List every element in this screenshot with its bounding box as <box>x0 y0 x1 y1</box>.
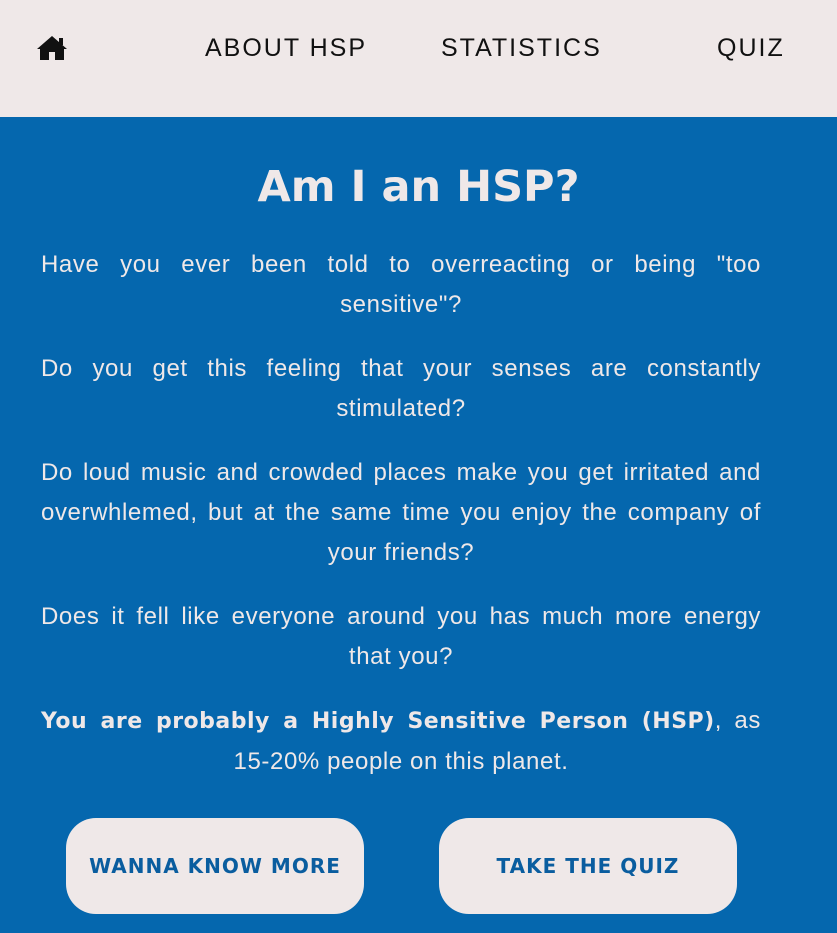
nav-link-about-hsp[interactable]: ABOUT HSP <box>205 33 367 63</box>
intro-copy: Have you ever been told to overreacting … <box>41 245 761 806</box>
intro-paragraph-1: Have you ever been told to overreacting … <box>41 251 761 318</box>
nav-link-statistics[interactable]: STATISTICS <box>441 33 602 63</box>
take-the-quiz-button[interactable]: TAKE THE QUIZ <box>439 818 737 914</box>
intro-paragraph-4: Does it fell like everyone around you ha… <box>41 603 761 670</box>
hero-section: Am I an HSP? Have you ever been told to … <box>0 117 837 933</box>
page-title: Am I an HSP? <box>257 162 580 212</box>
wanna-know-more-button[interactable]: WANNA KNOW MORE <box>66 818 364 914</box>
home-link[interactable] <box>36 34 68 62</box>
intro-paragraph-3: Do loud music and crowded places make yo… <box>41 459 761 566</box>
conclusion-highlight: You are probably a Highly Sensitive Pers… <box>41 709 715 734</box>
nav-link-quiz[interactable]: QUIZ <box>717 33 785 63</box>
top-navbar: ABOUT HSP STATISTICS QUIZ <box>0 0 837 117</box>
intro-paragraph-2: Do you get this feeling that your senses… <box>41 355 761 422</box>
home-icon <box>37 36 67 60</box>
conclusion-paragraph: You are probably a Highly Sensitive Pers… <box>41 701 761 782</box>
